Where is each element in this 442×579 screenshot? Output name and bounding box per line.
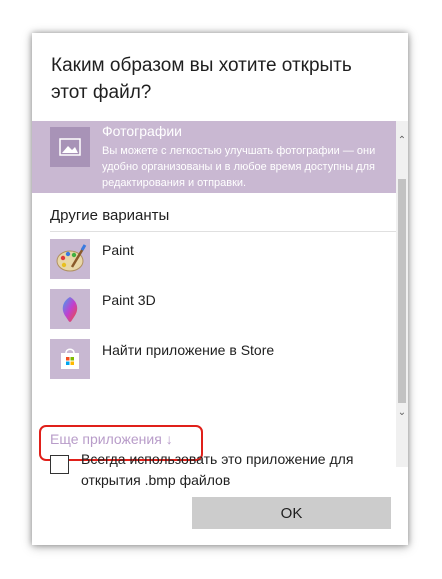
- store-bag-icon: [50, 339, 90, 379]
- app-item-paint[interactable]: Paint: [50, 239, 390, 279]
- app-item-paint-3d[interactable]: Paint 3D: [50, 289, 390, 329]
- always-use-label: Всегда использовать это приложение для о…: [81, 451, 354, 488]
- app-item-label: Paint 3D: [102, 292, 156, 308]
- app-item-label: Найти приложение в Store: [102, 342, 275, 358]
- featured-app-photos[interactable]: Фотографии Вы можете с легкостью улучшат…: [32, 121, 396, 193]
- app-item-label: Paint: [102, 242, 134, 258]
- app-list: Фотографии Вы можете с легкостью улучшат…: [32, 121, 408, 467]
- list-scrollbar[interactable]: ⌃ ⌄: [396, 121, 408, 467]
- chevron-down-icon[interactable]: ⌄: [396, 407, 408, 419]
- open-with-dialog: Каким образом вы хотите открыть этот фай…: [32, 33, 408, 545]
- section-divider: [50, 231, 396, 232]
- photos-icon: [50, 127, 90, 167]
- chevron-up-icon[interactable]: ⌃: [396, 135, 408, 147]
- featured-app-description: Вы можете с легкостью улучшать фотографи…: [102, 145, 376, 189]
- always-use-checkbox[interactable]: [50, 455, 69, 474]
- scrollbar-thumb[interactable]: [398, 179, 406, 403]
- featured-app-name: Фотографии: [102, 123, 183, 139]
- dialog-title: Каким образом вы хотите открыть этот фай…: [51, 55, 352, 103]
- app-item-store[interactable]: Найти приложение в Store: [50, 339, 390, 379]
- paint-palette-icon: [50, 239, 90, 279]
- ok-button[interactable]: OK: [192, 497, 391, 529]
- other-options-label: Другие варианты: [50, 207, 170, 224]
- paint-3d-icon: [50, 289, 90, 329]
